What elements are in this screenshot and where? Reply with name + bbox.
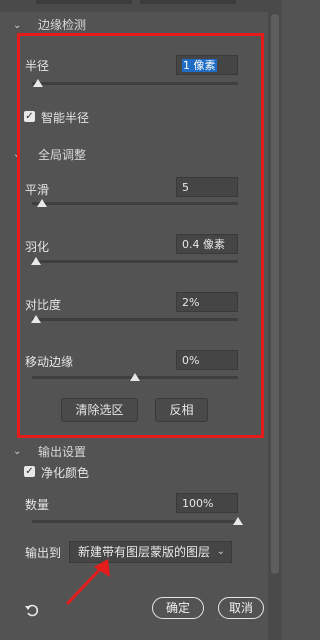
amount-value: 100% bbox=[182, 497, 214, 510]
checkmark-icon: ✓ bbox=[25, 466, 34, 477]
amount-field[interactable]: 100% bbox=[176, 493, 238, 513]
amount-slider[interactable] bbox=[32, 520, 238, 523]
decontaminate-label: 净化颜色 bbox=[41, 466, 90, 480]
chevron-down-icon[interactable]: ⌄ bbox=[13, 21, 21, 31]
amount-slider-thumb[interactable] bbox=[233, 517, 243, 525]
cancel-button[interactable]: 取消 bbox=[218, 597, 264, 619]
reset-icon[interactable] bbox=[24, 602, 40, 618]
annotation-highlight-box bbox=[17, 33, 264, 438]
top-tab-left bbox=[36, 0, 132, 4]
chevron-down-icon[interactable]: ⌄ bbox=[13, 447, 21, 457]
panel-top-bar bbox=[0, 0, 282, 12]
output-to-label: 输出到 bbox=[25, 546, 62, 560]
section-output-settings[interactable]: 输出设置 bbox=[38, 443, 86, 460]
top-tab-right bbox=[140, 0, 236, 4]
decontaminate-checkbox[interactable]: ✓ bbox=[24, 466, 35, 477]
chevron-down-icon: ⌄ bbox=[216, 546, 225, 557]
ok-button[interactable]: 确定 bbox=[152, 597, 204, 619]
annotation-arrow-icon bbox=[66, 559, 110, 605]
scrollbar-thumb[interactable] bbox=[271, 14, 279, 574]
amount-label: 数量 bbox=[25, 498, 50, 512]
section-edge-detection[interactable]: 边缘检测 bbox=[38, 16, 86, 33]
